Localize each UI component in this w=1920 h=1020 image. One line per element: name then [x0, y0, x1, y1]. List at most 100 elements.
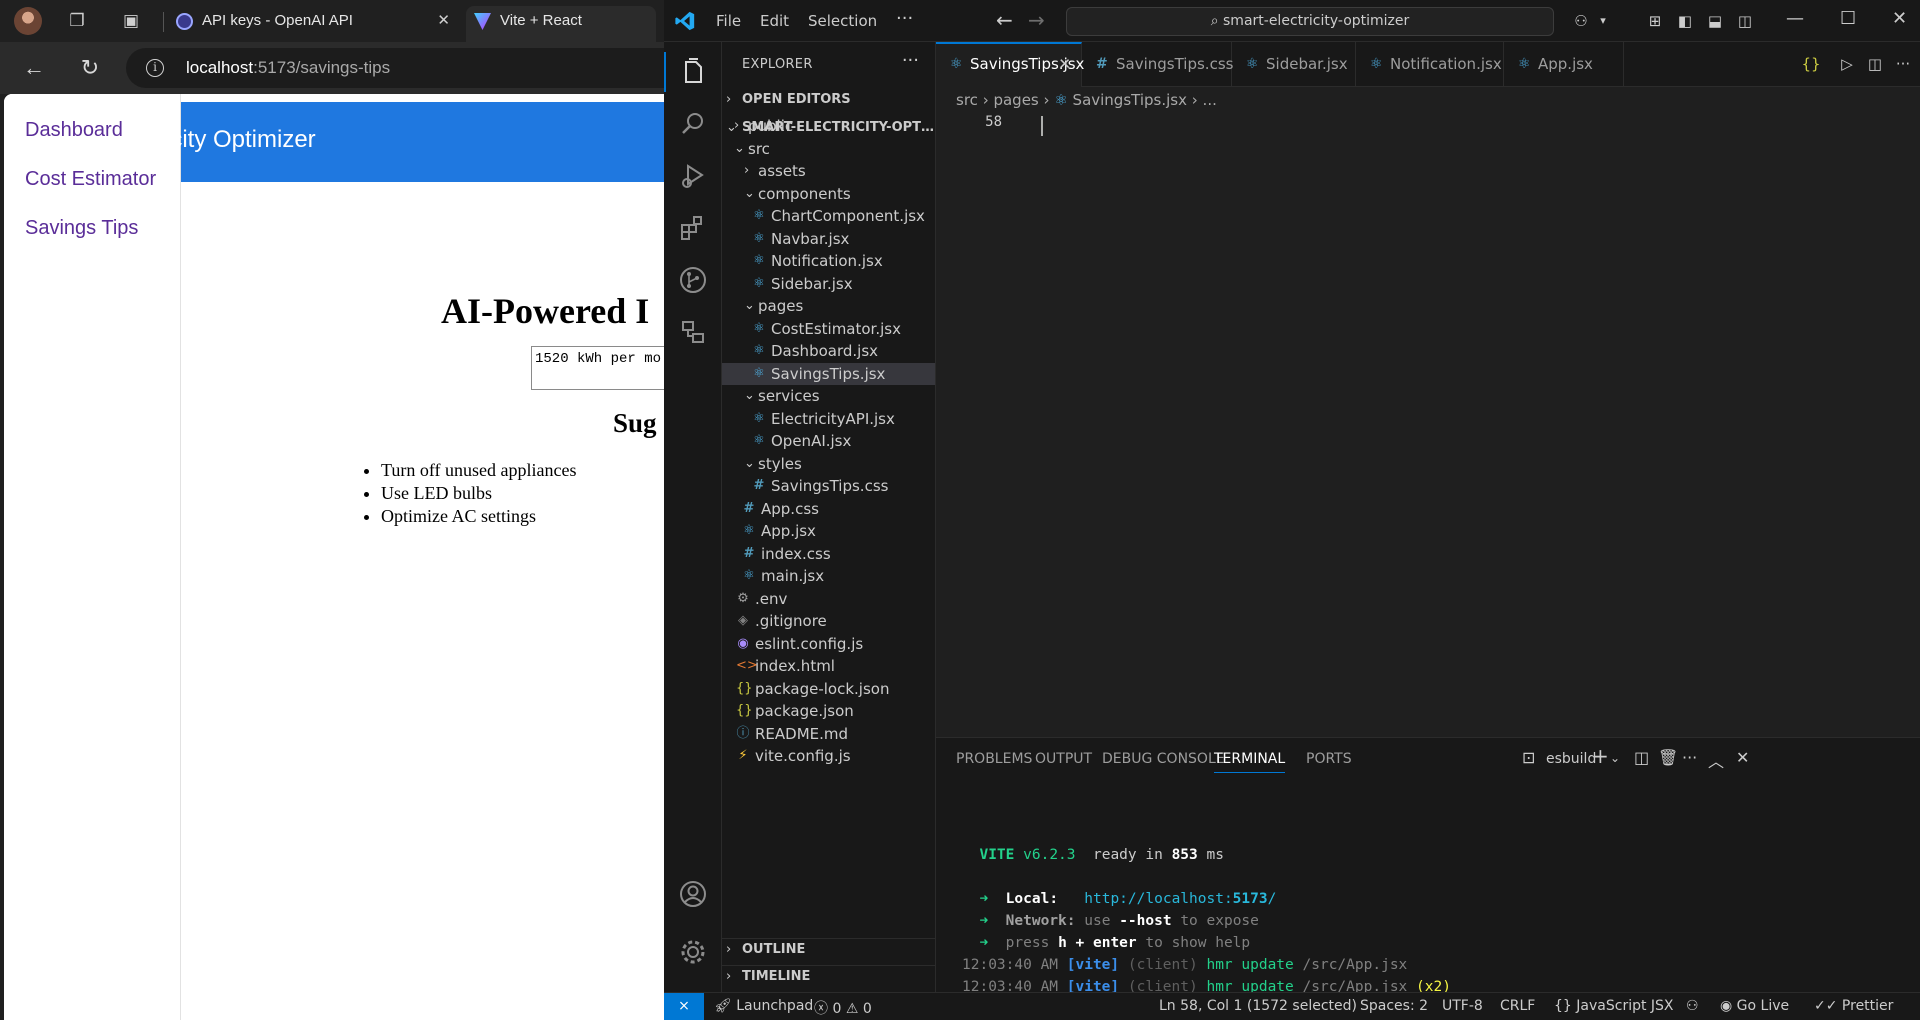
workspaces-icon[interactable]: ❐: [66, 10, 88, 32]
tree-file[interactable]: # App.css: [722, 498, 935, 521]
json-icon[interactable]: {}: [1800, 53, 1822, 75]
editor-tab[interactable]: # SavingsTips.css: [1082, 42, 1233, 87]
tree-folder[interactable]: ⌄ src: [722, 138, 935, 161]
tree-folder[interactable]: › public: [722, 115, 935, 138]
site-info-icon[interactable]: i: [146, 59, 164, 77]
split-editor-icon[interactable]: ◫: [1864, 53, 1886, 75]
tree-file[interactable]: ⚛ main.jsx: [722, 565, 935, 588]
encoding-status[interactable]: UTF-8: [1442, 998, 1483, 1014]
menu-edit[interactable]: Edit: [760, 12, 789, 30]
sidebar-link-cost-estimator[interactable]: Cost Estimator: [25, 168, 156, 191]
trash-icon[interactable]: 🗑: [1658, 748, 1678, 767]
remote-indicator-icon[interactable]: ⨯: [664, 993, 704, 1020]
tree-folder[interactable]: ⌄ styles: [722, 453, 935, 476]
breadcrumb-item[interactable]: ...: [1203, 91, 1217, 109]
sidebar-link-savings-tips[interactable]: Savings Tips: [25, 217, 138, 240]
back-arrow-icon[interactable]: ←: [20, 54, 48, 82]
close-window-icon[interactable]: ✕: [1892, 8, 1907, 29]
chevron-down-icon[interactable]: ⌄: [1610, 751, 1620, 765]
breadcrumb-item[interactable]: src: [956, 91, 978, 109]
tree-file[interactable]: {} package-lock.json: [722, 678, 935, 701]
panel-tab-debug-console[interactable]: DEBUG CONSOLE: [1102, 751, 1225, 767]
explorer-icon[interactable]: [677, 56, 709, 88]
tree-file[interactable]: ⚛ Dashboard.jsx: [722, 340, 935, 363]
menu-selection[interactable]: Selection: [808, 12, 877, 30]
toggle-sidebar-icon[interactable]: ◧: [1674, 10, 1696, 32]
timeline-section[interactable]: › TIMELINE: [722, 965, 935, 987]
terminal-output[interactable]: VITE v6.2.3 ready in 853 ms ➜ Local: htt…: [962, 844, 1451, 998]
panel-more-icon[interactable]: ···: [1682, 748, 1697, 767]
chevron-down-icon[interactable]: ▾: [1592, 10, 1614, 32]
tree-file[interactable]: ⓘ README.md: [722, 723, 935, 746]
maximize-icon[interactable]: ☐: [1840, 8, 1856, 29]
toggle-secondary-sidebar-icon[interactable]: ◫: [1734, 10, 1756, 32]
accounts-icon[interactable]: [677, 878, 709, 910]
command-center-search[interactable]: ⌕ smart-electricity-optimizer: [1066, 7, 1554, 36]
indentation-status[interactable]: Spaces: 2: [1360, 998, 1428, 1014]
tree-file[interactable]: ⚛ CostEstimator.jsx: [722, 318, 935, 341]
tree-file[interactable]: # index.css: [722, 543, 935, 566]
tree-file[interactable]: ⚡ vite.config.js: [722, 745, 935, 768]
tree-file[interactable]: ⚛ App.jsx: [722, 520, 935, 543]
tree-file[interactable]: ⚛ ElectricityAPI.jsx: [722, 408, 935, 431]
tree-file[interactable]: ⚛ ChartComponent.jsx: [722, 205, 935, 228]
editor-tab[interactable]: ⚛ Notification.jsx: [1356, 42, 1504, 87]
tree-file[interactable]: ◉ eslint.config.js: [722, 633, 935, 656]
sidebar-link-dashboard[interactable]: Dashboard: [25, 119, 123, 142]
problems-status[interactable]: ⓧ 0 ⚠ 0: [814, 998, 872, 1018]
profile-avatar[interactable]: [14, 7, 42, 35]
tree-file[interactable]: ⚛ SavingsTips.jsx: [722, 362, 935, 385]
close-tab-icon[interactable]: ✕: [437, 6, 450, 36]
copilot-status-icon[interactable]: ⚇: [1686, 998, 1699, 1014]
outline-section[interactable]: › OUTLINE: [722, 938, 935, 960]
language-status[interactable]: {} JavaScript JSX: [1554, 998, 1674, 1014]
terminal-name[interactable]: esbuild: [1546, 751, 1596, 767]
run-icon[interactable]: ▷: [1836, 53, 1858, 75]
editor-tab[interactable]: ⚛ SavingsTips.jsx ✕: [936, 42, 1084, 87]
go-live-status[interactable]: ◉ Go Live: [1720, 998, 1789, 1014]
layout-icon[interactable]: ⊞: [1644, 10, 1666, 32]
tree-file[interactable]: # SavingsTips.css: [722, 475, 935, 498]
breadcrumb-item[interactable]: SavingsTips.jsx: [1073, 91, 1187, 109]
menu-file[interactable]: File: [716, 12, 741, 30]
close-panel-icon[interactable]: ✕: [1736, 748, 1749, 767]
remote-explorer-icon[interactable]: [677, 316, 709, 348]
panel-tab-output[interactable]: OUTPUT: [1035, 751, 1092, 767]
editor-more-icon[interactable]: ···: [1892, 53, 1914, 75]
tree-folder[interactable]: ⌄ services: [722, 385, 935, 408]
nav-forward-icon[interactable]: →: [1028, 8, 1045, 32]
editor-tab[interactable]: ⚛ Sidebar.jsx: [1232, 42, 1356, 87]
extensions-icon[interactable]: [677, 212, 709, 244]
tree-folder[interactable]: ⌄ pages: [722, 295, 935, 318]
tree-file[interactable]: <> index.html: [722, 655, 935, 678]
split-terminal-icon[interactable]: ◫: [1634, 748, 1649, 767]
tree-file[interactable]: ⚛ OpenAI.jsx: [722, 430, 935, 453]
source-control-icon[interactable]: [677, 264, 709, 296]
copilot-icon[interactable]: ⚇: [1570, 10, 1592, 32]
toggle-panel-icon[interactable]: ⬓: [1704, 10, 1726, 32]
panel-tab-problems[interactable]: PROBLEMS: [956, 751, 1032, 767]
launchpad-status[interactable]: 🚀︎ Launchpad: [714, 998, 813, 1014]
tree-folder[interactable]: › assets: [722, 160, 935, 183]
maximize-panel-icon[interactable]: ︿: [1708, 748, 1724, 772]
tree-folder[interactable]: ⌄ components: [722, 183, 935, 206]
panel-tab-terminal[interactable]: TERMINAL: [1214, 751, 1286, 773]
minimize-icon[interactable]: —: [1786, 8, 1804, 29]
close-tab-icon[interactable]: ✕: [1058, 44, 1071, 85]
eol-status[interactable]: CRLF: [1500, 998, 1535, 1014]
run-debug-icon[interactable]: [677, 160, 709, 192]
breadcrumb-item[interactable]: pages: [993, 91, 1038, 109]
tree-file[interactable]: ⚛ Sidebar.jsx: [722, 273, 935, 296]
open-editors-section[interactable]: › OPEN EDITORS: [722, 89, 935, 111]
tab-actions-icon[interactable]: ▣: [120, 10, 142, 32]
address-bar[interactable]: i localhost:5173/savings-tips: [126, 48, 686, 88]
panel-tab-ports[interactable]: PORTS: [1306, 751, 1352, 767]
explorer-more-icon[interactable]: ···: [902, 50, 919, 71]
prettier-status[interactable]: ✓✓ Prettier: [1814, 998, 1893, 1014]
new-terminal-icon[interactable]: +: [1592, 744, 1609, 768]
browser-tab-vite[interactable]: Vite + React: [466, 6, 656, 42]
reload-icon[interactable]: ↻: [76, 54, 104, 82]
tree-file[interactable]: ⚛ Notification.jsx: [722, 250, 935, 273]
settings-gear-icon[interactable]: [677, 936, 709, 968]
browser-tab-openai[interactable]: API keys - OpenAI API ✕: [168, 6, 458, 36]
